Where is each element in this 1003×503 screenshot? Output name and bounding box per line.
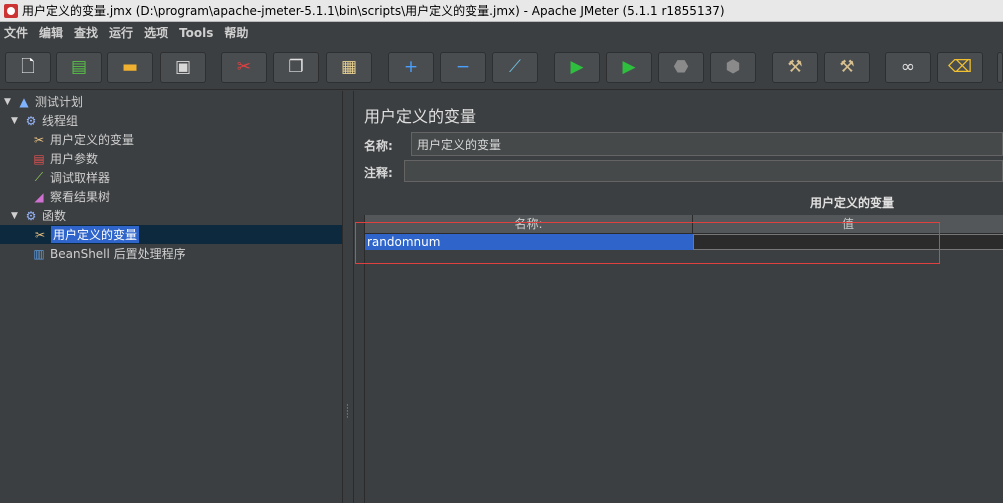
new-file-icon: 🗋: [21, 57, 35, 77]
menu-edit[interactable]: 编辑: [35, 24, 70, 41]
menu-options[interactable]: 选项: [140, 24, 175, 41]
search-button[interactable]: ∞: [885, 52, 931, 83]
reset-search-button[interactable]: ⌫: [937, 52, 983, 83]
paste-button[interactable]: ▦: [326, 52, 372, 83]
thread-group-gear-icon: ⚙: [25, 208, 37, 223]
tree-item-label: 用户定义的变量: [50, 133, 135, 147]
tree-item-label: 线程组: [42, 114, 79, 128]
stop-button[interactable]: ⬣: [658, 52, 704, 83]
tree-item-label: 调试取样器: [50, 171, 111, 185]
name-field[interactable]: 用户定义的变量: [411, 132, 1003, 156]
results-tree-chart-icon: ◢: [34, 189, 44, 204]
expand-button[interactable]: +: [388, 52, 434, 83]
tree-item[interactable]: ▼ ⚙ 函数: [11, 206, 66, 225]
shutdown-icon: ⬢: [725, 57, 741, 77]
menu-help[interactable]: 帮助: [220, 24, 255, 41]
clear-broom-icon: ⚒: [787, 57, 803, 77]
save-icon: ▣: [174, 57, 192, 77]
window-title: 用户定义的变量.jmx (D:\program\apache-jmeter-5.…: [22, 4, 725, 18]
divider-grip-icon: · · · · ·: [346, 401, 350, 423]
expand-arrow-icon[interactable]: ▼: [4, 97, 14, 107]
toggle-button[interactable]: ⟋: [492, 52, 538, 83]
cut-icon: ✂: [236, 57, 252, 77]
config-tools-icon: ✂: [34, 227, 46, 242]
open-folder-icon: ▬: [121, 57, 139, 77]
beanshell-script-icon: ▥: [33, 246, 45, 261]
jmeter-app-icon: [4, 3, 18, 18]
menu-run[interactable]: 运行: [105, 24, 140, 41]
tree-item[interactable]: ▥ BeanShell 后置处理程序: [31, 244, 186, 263]
clear-all-button[interactable]: ⚒: [824, 52, 870, 83]
debug-sampler-pipette-icon: ⟋: [34, 170, 44, 184]
tree-item[interactable]: ✂ 用户定义的变量: [31, 130, 134, 149]
cut-button[interactable]: ✂: [221, 52, 267, 83]
menu-search[interactable]: 查找: [70, 24, 105, 41]
tree-item[interactable]: ▼ ▲ 测试计划: [4, 92, 83, 111]
clear-button[interactable]: ⚒: [772, 52, 818, 83]
tree-item-label: 用户参数: [50, 152, 99, 166]
tree-item-label: 函数: [42, 209, 67, 223]
tree-item[interactable]: ▤ 用户参数: [31, 149, 98, 168]
toolbar: 🗋 ▤ ▬ ▣ ✂ ❐ ▦ + − ⟋ ▶ ▶ ⬣ ⬢ ⚒ ⚒ ∞ ⌫: [0, 43, 1003, 90]
tree-item-label: 察看结果树: [50, 190, 111, 204]
expand-arrow-icon[interactable]: ▼: [11, 116, 21, 126]
templates-button[interactable]: ▤: [56, 52, 102, 83]
tree-item[interactable]: ◢ 察看结果树: [31, 187, 110, 206]
config-panel: 用户定义的变量 名称: 用户定义的变量 注释: 用户定义的变量 名称: 值 ra…: [354, 91, 1003, 503]
new-button[interactable]: 🗋: [5, 52, 51, 83]
tree-item-label: 测试计划: [35, 95, 84, 109]
menu-file[interactable]: 文件: [0, 24, 35, 41]
panel-title: 用户定义的变量: [364, 107, 477, 126]
menu-tools[interactable]: Tools: [175, 26, 220, 40]
test-plan-flask-icon: ▲: [19, 94, 29, 109]
stop-icon: ⬣: [673, 57, 689, 77]
toolbar-overflow-edge: [997, 52, 1003, 83]
name-label: 名称:: [364, 139, 393, 153]
binoculars-icon: ∞: [900, 57, 916, 77]
minus-icon: −: [455, 57, 471, 77]
plus-icon: +: [403, 57, 419, 77]
tree-item[interactable]: ⟋ 调试取样器: [31, 168, 110, 187]
highlight-annotation-box: [355, 222, 940, 264]
clear-all-broom-icon: ⚒: [839, 57, 855, 77]
reset-search-broom-icon: ⌫: [947, 57, 973, 77]
shutdown-button[interactable]: ⬢: [710, 52, 756, 83]
open-button[interactable]: ▬: [107, 52, 153, 83]
expand-arrow-icon[interactable]: ▼: [11, 211, 21, 221]
user-parameters-icon: ▤: [33, 151, 45, 166]
start-no-pause-button[interactable]: ▶: [606, 52, 652, 83]
thread-group-gear-icon: ⚙: [25, 113, 37, 128]
collapse-button[interactable]: −: [440, 52, 486, 83]
tree-item-label: 用户定义的变量: [51, 226, 140, 243]
templates-icon: ▤: [70, 57, 88, 77]
comment-label: 注释:: [364, 166, 393, 180]
tree-item-label: BeanShell 后置处理程序: [50, 247, 186, 261]
config-tools-icon: ✂: [33, 132, 45, 147]
tree-item[interactable]: ▼ ⚙ 线程组: [11, 111, 78, 130]
comment-field[interactable]: [404, 160, 1003, 182]
tree-item[interactable]: ✂ 用户定义的变量: [0, 225, 342, 244]
split-pane-divider[interactable]: · · · · ·: [342, 91, 354, 503]
save-button[interactable]: ▣: [160, 52, 206, 83]
copy-button[interactable]: ❐: [273, 52, 319, 83]
window-title-bar: 用户定义的变量.jmx (D:\program\apache-jmeter-5.…: [0, 0, 1003, 22]
test-plan-tree: ▼ ▲ 测试计划 ▼ ⚙ 线程组 ✂ 用户定义的变量 ▤ 用户参数 ⟋ 调试取样器 ◢ 察看结果树 ▼ ⚙ 函数…: [0, 91, 342, 503]
play-icon: ▶: [570, 57, 584, 77]
play-no-pause-icon: ▶: [622, 57, 636, 77]
menu-bar: 文件 编辑 查找 运行 选项 Tools 帮助: [0, 22, 1003, 43]
start-button[interactable]: ▶: [554, 52, 600, 83]
table-title: 用户定义的变量: [810, 196, 895, 210]
copy-icon: ❐: [288, 57, 304, 77]
toggle-wand-icon: ⟋: [509, 57, 521, 77]
paste-icon: ▦: [340, 57, 358, 77]
